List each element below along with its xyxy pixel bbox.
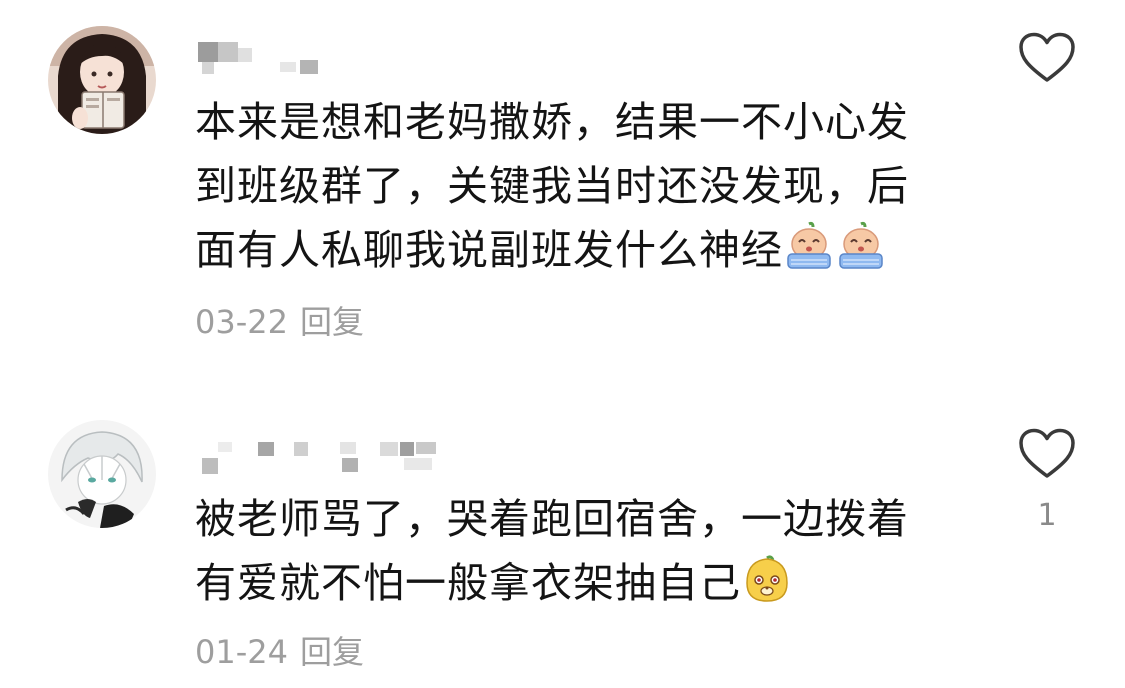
comment-meta: 01-24 回复 bbox=[195, 632, 364, 672]
comment-line: 被老师骂了，哭着跑回宿舍，一边拨着 bbox=[195, 495, 909, 543]
avatar[interactable] bbox=[48, 420, 156, 528]
comment-text: 被老师骂了，哭着跑回宿舍，一边拨着 有爱就不怕一般拿衣架抽自己 bbox=[195, 487, 935, 615]
avatar-anime-white-hair-icon bbox=[48, 420, 156, 528]
username[interactable] bbox=[196, 436, 476, 476]
reply-button[interactable]: 回复 bbox=[300, 633, 364, 671]
comment-line: 有爱就不怕一般拿衣架抽自己 bbox=[195, 551, 935, 615]
like-button[interactable] bbox=[1018, 428, 1076, 480]
username-blurred bbox=[202, 442, 436, 474]
like-count: 1 bbox=[1037, 498, 1057, 533]
comment-date: 01-24 bbox=[195, 633, 288, 671]
comment-item-2: 被老师骂了，哭着跑回宿舍，一边拨着 有爱就不怕一般拿衣架抽自己 01-24 回复 … bbox=[0, 0, 1125, 688]
heart-outline-icon bbox=[1019, 428, 1075, 478]
smirking-peach-emoji-icon bbox=[741, 553, 793, 605]
comment-line-text: 有爱就不怕一般拿衣架抽自己 bbox=[195, 559, 741, 607]
